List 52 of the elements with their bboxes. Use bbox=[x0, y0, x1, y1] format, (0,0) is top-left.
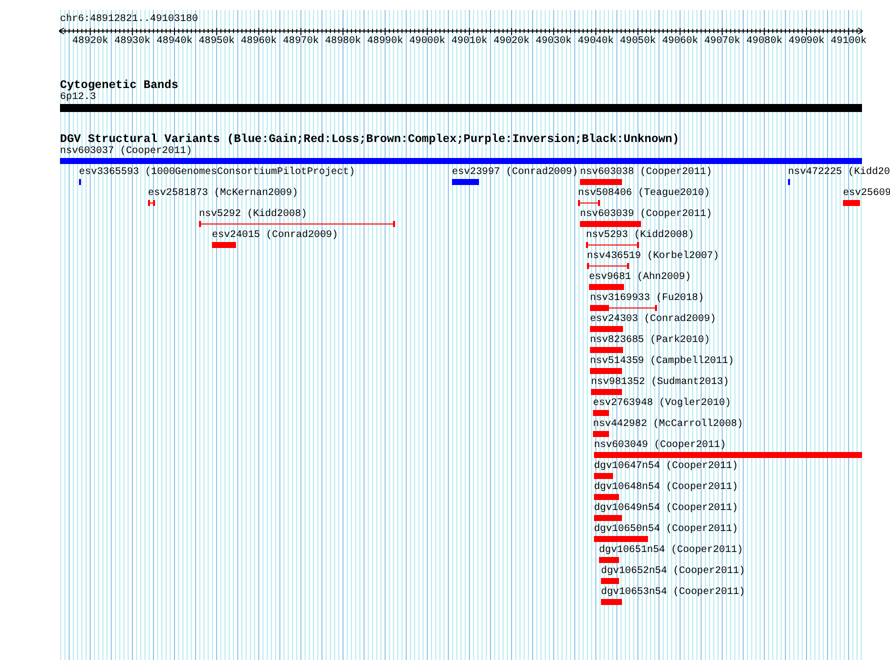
variant-label[interactable]: dgv10653n54 (Cooper2011) bbox=[601, 587, 746, 599]
variant-label[interactable]: nsv823685 (Park2010) bbox=[590, 335, 710, 347]
ruler-tick-label: 48990k bbox=[367, 36, 404, 48]
ruler-tick-label: 49020k bbox=[494, 36, 530, 48]
variant-label[interactable]: nsv603037 (Cooper2011) bbox=[60, 146, 192, 158]
variant-label[interactable]: esv23997 (Conrad2009) bbox=[452, 167, 578, 179]
variant-label[interactable]: esv25609 bbox=[843, 188, 890, 200]
ruler-tick-label: 48970k bbox=[282, 36, 319, 48]
ruler-tick-label: 49040k bbox=[578, 36, 614, 48]
variant-label[interactable]: nsv603049 (Cooper2011) bbox=[594, 440, 726, 452]
variant-label[interactable]: dgv10647n54 (Cooper2011) bbox=[594, 461, 738, 473]
ruler-tick-label: 49010k bbox=[451, 36, 488, 48]
track-title: Cytogenetic Bands bbox=[60, 80, 178, 92]
variant-label[interactable]: dgv10652n54 (Cooper2011) bbox=[601, 566, 746, 578]
variant-label[interactable]: nsv981352 (Sudmant2013) bbox=[591, 377, 730, 389]
variant-label[interactable]: nsv508406 (Teague2010) bbox=[578, 188, 710, 200]
variant-label[interactable]: esv2763948 (Vogler2010) bbox=[593, 398, 732, 410]
ruler-tick-label: 48950k bbox=[198, 36, 235, 48]
ruler-tick-label: 48920k bbox=[72, 36, 108, 48]
variant-label[interactable]: nsv603038 (Cooper2011) bbox=[580, 167, 712, 179]
ruler-tick-label: 49000k bbox=[409, 36, 446, 48]
variant-label[interactable]: esv9681 (Ahn2009) bbox=[589, 272, 692, 284]
ruler-tick-label: 49100k bbox=[830, 36, 867, 48]
variant-label[interactable]: dgv10651n54 (Cooper2011) bbox=[599, 545, 744, 557]
ruler-tick-label: 49080k bbox=[746, 36, 782, 48]
variant-label[interactable]: nsv3169933 (Fu2018) bbox=[590, 293, 704, 305]
variant-label[interactable]: nsv5292 (Kidd2008) bbox=[199, 209, 308, 221]
variant-label[interactable]: nsv436519 (Korbel2007) bbox=[587, 251, 720, 263]
ruler-tick-label: 49030k bbox=[536, 36, 572, 48]
variant-label[interactable]: dgv10649n54 (Cooper2011) bbox=[594, 503, 738, 515]
variant-label[interactable]: dgv10650n54 (Cooper2011) bbox=[594, 524, 738, 536]
variant-label[interactable]: esv24015 (Conrad2009) bbox=[212, 230, 338, 242]
location-label: chr6:48912821..49103180 bbox=[60, 14, 200, 26]
ruler-tick-label: 48940k bbox=[156, 36, 192, 48]
ruler-tick-label: 48980k bbox=[325, 36, 362, 48]
variant-label[interactable]: nsv472225 (Kidd20 bbox=[788, 167, 890, 179]
track-title: DGV Structural Variants (Blue:Gain;Red:Loss;Brown:Complex;Purple:Inversion;Black:Unknown) bbox=[60, 134, 680, 146]
variant-label[interactable]: nsv603039 (Cooper2011) bbox=[580, 209, 712, 221]
variant-label[interactable]: esv2581873 (McKernan2009) bbox=[148, 188, 298, 200]
ruler-tick-label: 49070k bbox=[704, 36, 740, 48]
variant-label[interactable]: nsv442982 (McCarroll2008) bbox=[593, 419, 744, 431]
variant-label[interactable]: esv24303 (Conrad2009) bbox=[590, 314, 716, 326]
ruler-tick-label: 48930k bbox=[114, 36, 150, 48]
ruler-tick-label: 49090k bbox=[788, 36, 824, 48]
ruler-tick-label: 49060k bbox=[662, 36, 698, 48]
ruler-tick-label: 48960k bbox=[240, 36, 277, 48]
variant-label[interactable]: dgv10648n54 (Cooper2011) bbox=[594, 482, 738, 494]
ruler-tick-label: 49050k bbox=[620, 36, 656, 48]
variant-label[interactable]: esv3365593 (1000GenomesConsortiumPilotProject) bbox=[79, 167, 356, 179]
variant-label[interactable]: nsv5293 (Kidd2008) bbox=[586, 230, 694, 242]
variant-label[interactable]: nsv514359 (Campbell2011) bbox=[590, 356, 734, 368]
variant-label[interactable]: 6p12.3 bbox=[60, 92, 96, 104]
